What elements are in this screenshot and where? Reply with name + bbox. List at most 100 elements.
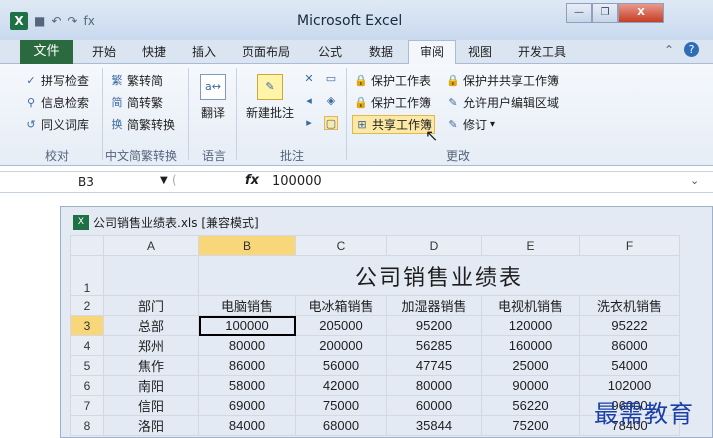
cell[interactable]: 郑州 (103, 335, 199, 356)
thesaurus-button[interactable]: ↺ 同义词库 (24, 116, 89, 133)
tab-page-layout[interactable]: 页面布局 (242, 43, 290, 60)
cell[interactable] (103, 255, 199, 296)
header-cell[interactable]: 部门 (103, 295, 199, 316)
protect-share-workbook-button[interactable]: 🔒 保护并共享工作簿 (446, 72, 559, 89)
row-header[interactable]: 1 (70, 255, 104, 296)
delete-comment-icon[interactable]: ✕ (302, 72, 316, 86)
header-cell[interactable]: 电脑销售 (198, 295, 296, 316)
cell[interactable]: 95222 (579, 315, 680, 336)
column-header-e[interactable]: E (481, 235, 580, 256)
cell[interactable]: 58000 (198, 375, 296, 396)
translate-button[interactable]: a↔ 翻译 (196, 74, 230, 121)
header-cell[interactable]: 电冰箱销售 (295, 295, 387, 316)
cell[interactable]: 80000 (386, 375, 482, 396)
cell[interactable]: 42000 (295, 375, 387, 396)
cell[interactable]: 90000 (481, 375, 580, 396)
cell[interactable]: 信阳 (103, 395, 199, 416)
column-header-f[interactable]: F (579, 235, 680, 256)
save-icon[interactable]: ■ (34, 14, 45, 28)
cell[interactable]: 75200 (481, 415, 580, 436)
allow-edit-ranges-button[interactable]: ✎ 允许用户编辑区域 (446, 94, 559, 111)
cell[interactable]: 160000 (481, 335, 580, 356)
row-header[interactable]: 5 (70, 355, 104, 376)
header-cell[interactable]: 加湿器销售 (386, 295, 482, 316)
tab-file[interactable]: 文件 (20, 40, 73, 64)
cell[interactable]: 54000 (579, 355, 680, 376)
name-box-dropdown-icon[interactable]: ▼ (160, 175, 168, 186)
cell[interactable]: 80000 (198, 335, 296, 356)
new-comment-button[interactable]: ✎ 新建批注 (243, 74, 297, 121)
cell[interactable]: 86000 (198, 355, 296, 376)
tab-quick[interactable]: 快捷 (142, 43, 166, 60)
select-all-corner[interactable] (70, 235, 104, 256)
formula-input[interactable]: 100000 (272, 174, 322, 189)
tab-review[interactable]: 审阅 (408, 40, 456, 65)
help-icon[interactable]: ? (684, 42, 699, 57)
protect-sheet-button[interactable]: 🔒 保护工作表 (354, 72, 431, 89)
tab-developer[interactable]: 开发工具 (518, 43, 566, 60)
protect-workbook-button[interactable]: 🔒 保护工作簿 (354, 94, 431, 111)
restore-button[interactable]: ❐ (592, 3, 618, 23)
cell[interactable]: 205000 (295, 315, 387, 336)
show-all-comments-icon[interactable]: ◈ (324, 94, 338, 108)
row-header[interactable]: 6 (70, 375, 104, 396)
next-comment-icon[interactable]: ▸ (302, 116, 316, 130)
active-cell[interactable]: 100000 (198, 315, 296, 336)
collapse-ribbon-icon[interactable]: ⌃ (664, 43, 674, 57)
cell[interactable]: 35844 (386, 415, 482, 436)
close-button[interactable]: X (618, 3, 664, 23)
row-header[interactable]: 4 (70, 335, 104, 356)
cell[interactable]: 75000 (295, 395, 387, 416)
cell[interactable]: 47745 (386, 355, 482, 376)
cell[interactable]: 69000 (198, 395, 296, 416)
cell[interactable]: 56000 (295, 355, 387, 376)
fx-icon[interactable]: fx (83, 14, 94, 28)
cell[interactable]: 60000 (386, 395, 482, 416)
spell-check-button[interactable]: ✓ 拼写检查 (24, 72, 89, 89)
name-box[interactable]: B3 (0, 172, 168, 192)
chinese-conversion-button[interactable]: 换简繁转换 (110, 116, 176, 133)
cell[interactable]: 洛阳 (103, 415, 199, 436)
expand-formula-bar-icon[interactable]: ⌄ (690, 174, 699, 187)
column-header-a[interactable]: A (103, 235, 199, 256)
sheet-title-cell[interactable]: 公司销售业绩表 (198, 255, 680, 296)
column-header-b[interactable]: B (198, 235, 296, 256)
header-cell[interactable]: 洗衣机销售 (579, 295, 680, 316)
cell[interactable]: 95200 (386, 315, 482, 336)
previous-comment-icon[interactable]: ◂ (302, 94, 316, 108)
cell[interactable]: 200000 (295, 335, 387, 356)
undo-icon[interactable]: ↶ (51, 14, 61, 28)
tab-formulas[interactable]: 公式 (318, 43, 342, 60)
row-header[interactable]: 2 (70, 295, 104, 316)
share-workbook-button[interactable]: ⊞ 共享工作簿 (352, 115, 436, 134)
header-cell[interactable]: 电视机销售 (481, 295, 580, 316)
cell[interactable]: 焦作 (103, 355, 199, 376)
tab-data[interactable]: 数据 (369, 43, 393, 60)
redo-icon[interactable]: ↷ (67, 14, 77, 28)
insert-function-icon[interactable]: fx (245, 173, 259, 188)
row-header[interactable]: 3 (70, 315, 104, 336)
simp-to-trad-button[interactable]: 简简转繁 (110, 94, 164, 111)
cell[interactable]: 68000 (295, 415, 387, 436)
minimize-button[interactable]: — (566, 3, 592, 23)
show-comment-icon[interactable]: ▭ (324, 72, 338, 86)
cell[interactable]: 84000 (198, 415, 296, 436)
tab-insert[interactable]: 插入 (192, 43, 216, 60)
research-button[interactable]: ⚲ 信息检索 (24, 94, 89, 111)
row-header[interactable]: 8 (70, 415, 104, 436)
tab-home[interactable]: 开始 (92, 43, 116, 60)
cell[interactable]: 86000 (579, 335, 680, 356)
cell[interactable]: 南阳 (103, 375, 199, 396)
row-header[interactable]: 7 (70, 395, 104, 416)
tab-view[interactable]: 视图 (468, 43, 492, 60)
show-ink-icon[interactable]: ▢ (324, 116, 338, 130)
cell[interactable]: 总部 (103, 315, 199, 336)
column-header-d[interactable]: D (386, 235, 482, 256)
trad-to-simp-button[interactable]: 繁繁转简 (110, 72, 164, 89)
cell[interactable]: 25000 (481, 355, 580, 376)
cell[interactable]: 120000 (481, 315, 580, 336)
cell[interactable]: 102000 (579, 375, 680, 396)
track-changes-button[interactable]: ✎ 修订 ▾ (446, 116, 495, 133)
cell[interactable]: 56220 (481, 395, 580, 416)
cell[interactable]: 56285 (386, 335, 482, 356)
